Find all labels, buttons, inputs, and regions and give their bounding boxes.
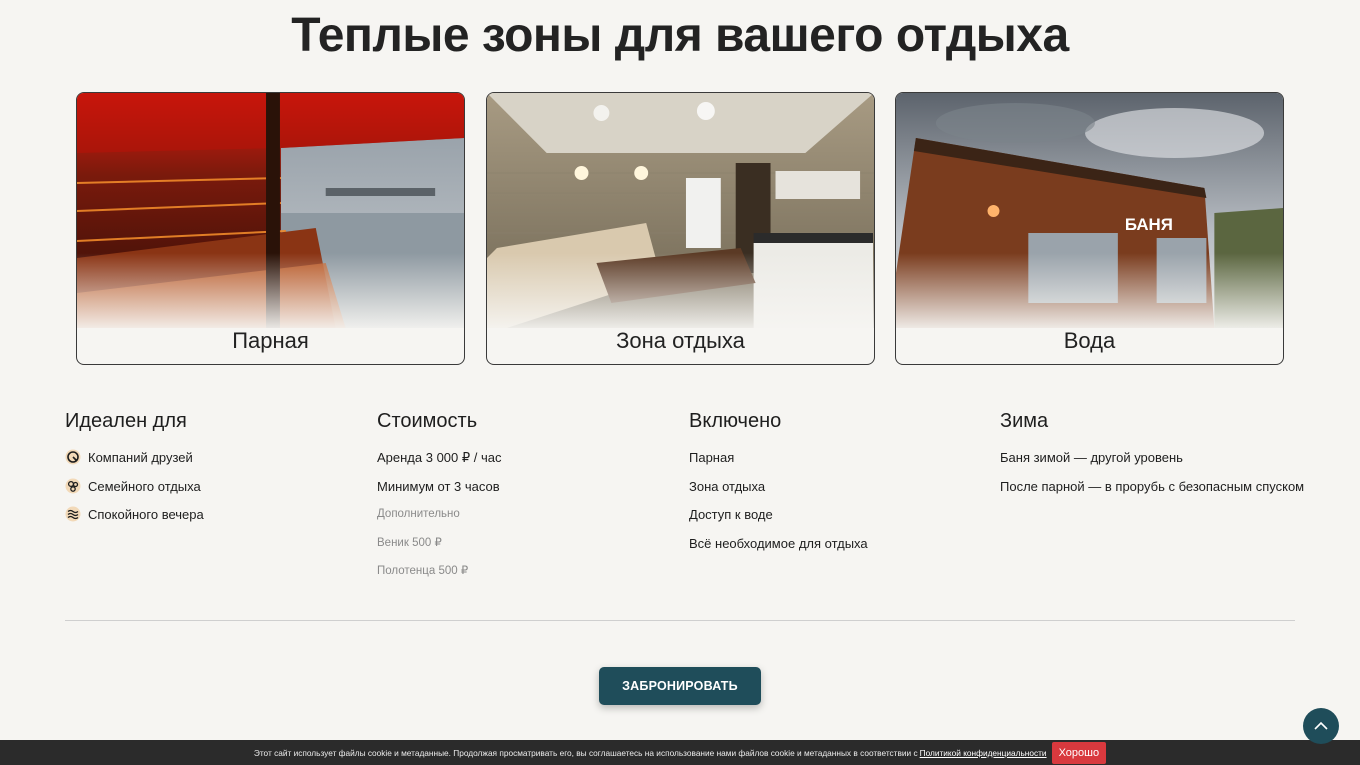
price-section: Стоимость Аренда 3 000 ₽ / час Минимум о… bbox=[377, 410, 677, 592]
cookie-accept-button[interactable]: Хорошо bbox=[1051, 741, 1107, 764]
included-item: Зона отдыха bbox=[689, 478, 766, 494]
section-divider bbox=[65, 620, 1295, 621]
price-item: Минимум от 3 часов bbox=[377, 478, 500, 494]
winter-heading: Зима bbox=[1000, 410, 1049, 432]
zone-card-water[interactable]: БАНЯ Вода bbox=[895, 92, 1284, 365]
zone-card-lounge[interactable]: Зона отдыха bbox=[486, 92, 875, 365]
extras-heading: Дополнительно bbox=[377, 508, 460, 520]
scroll-to-top-button[interactable] bbox=[1303, 708, 1339, 744]
winter-section: Зима Баня зимой — другой уровень После п… bbox=[1000, 410, 1330, 506]
zone-card-label: Парная bbox=[232, 328, 309, 353]
included-item: Всё необходимое для отдыха bbox=[689, 535, 868, 551]
extra-item: Веник 500 ₽ bbox=[377, 536, 442, 549]
included-item: Доступ к воде bbox=[689, 507, 773, 522]
cookie-banner: Этот сайт использует файлы cookie и мета… bbox=[0, 740, 1360, 765]
ideal-for-section: Идеален для Компаний друзей Семейного от… bbox=[65, 410, 365, 535]
ideal-for-heading: Идеален для bbox=[65, 410, 187, 432]
list-item: Компаний друзей bbox=[65, 449, 365, 478]
winter-item: После парной — в прорубь с безопасным сп… bbox=[1000, 478, 1305, 494]
included-section: Включено Парная Зона отдыха Доступ к вод… bbox=[689, 410, 989, 563]
zone-card-sauna[interactable]: Парная bbox=[76, 92, 465, 365]
list-item: Семейного отдыха bbox=[65, 478, 365, 507]
calm-icon bbox=[65, 506, 81, 522]
zone-card-label: Зона отдыха bbox=[616, 328, 745, 353]
chevron-up-icon bbox=[1314, 721, 1328, 730]
included-heading: Включено bbox=[689, 410, 782, 432]
included-item: Парная bbox=[689, 450, 735, 465]
page-title: Теплые зоны для вашего отдыха bbox=[291, 9, 1069, 62]
svg-text:БАНЯ: БАНЯ bbox=[1125, 215, 1173, 234]
cookie-text: Этот сайт использует файлы cookie и мета… bbox=[253, 747, 918, 758]
winter-item: Баня зимой — другой уровень bbox=[1000, 450, 1183, 465]
price-item: Аренда 3 000 ₽ / час bbox=[377, 450, 502, 465]
price-heading: Стоимость bbox=[377, 410, 478, 432]
friends-icon bbox=[65, 449, 81, 465]
extra-item: Полотенца 500 ₽ bbox=[377, 565, 469, 577]
privacy-policy-link[interactable]: Политикой конфиденциальности bbox=[920, 748, 1047, 758]
book-button[interactable]: ЗАБРОНИРОВАТЬ bbox=[599, 667, 761, 705]
family-icon bbox=[65, 478, 81, 494]
zones-cards: Парная Зона отдыха БАНЯ Вода bbox=[76, 92, 1284, 365]
list-item: Спокойного вечера bbox=[65, 506, 365, 535]
zone-card-label: Вода bbox=[1063, 328, 1116, 353]
